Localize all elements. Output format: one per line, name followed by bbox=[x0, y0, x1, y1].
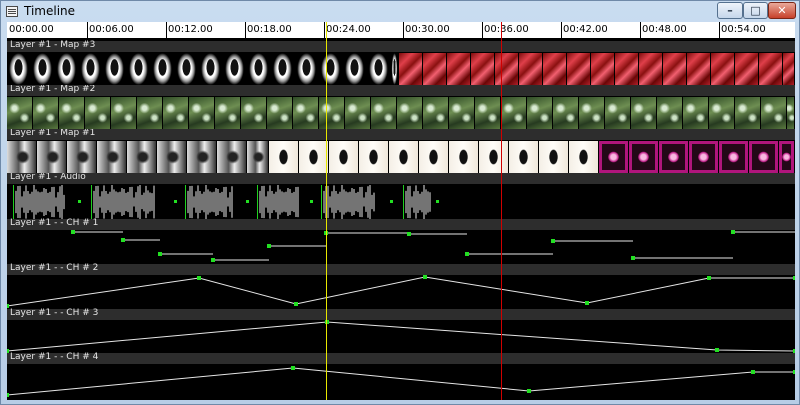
window-title: Timeline bbox=[24, 4, 76, 18]
current-time-cursor[interactable] bbox=[326, 22, 327, 400]
close-button[interactable]: ✕ bbox=[768, 2, 796, 19]
maximize-button[interactable]: □ bbox=[743, 2, 768, 19]
marker-line[interactable] bbox=[501, 22, 502, 400]
timeline-area[interactable]: 00:00.00 00:06.00 00:12.00 00:18.00 00:2… bbox=[7, 22, 795, 400]
timeline-window: Timeline – □ ✕ 00:00.00 00:06.00 00:12.0… bbox=[0, 0, 800, 405]
timeline-window-icon bbox=[6, 6, 18, 17]
minimize-button[interactable]: – bbox=[717, 2, 743, 19]
title-bar[interactable]: Timeline – □ ✕ bbox=[1, 1, 799, 22]
channel-curves[interactable] bbox=[7, 22, 795, 400]
